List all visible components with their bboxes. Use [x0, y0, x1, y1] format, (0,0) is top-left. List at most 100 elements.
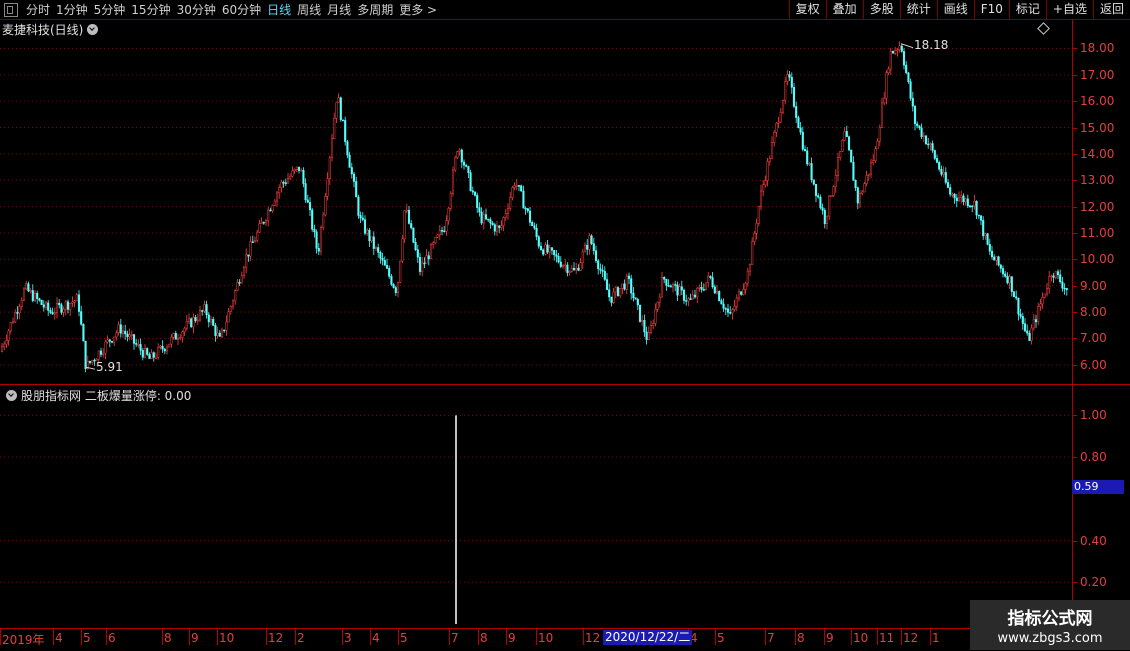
- candle-body: [535, 228, 538, 237]
- candle-body: [1012, 291, 1016, 298]
- candle-body: [652, 323, 655, 326]
- candle-body: [119, 324, 122, 334]
- candle-body: [979, 215, 983, 221]
- candle-body: [311, 209, 314, 230]
- candle-body: [874, 148, 877, 161]
- date-label: 10: [853, 631, 869, 645]
- candle-body: [330, 138, 334, 158]
- indicator-tick-mark: [1072, 540, 1077, 542]
- watermark-title: 指标公式网: [1007, 609, 1093, 629]
- candle-body: [764, 180, 767, 186]
- candle-body: [280, 181, 283, 188]
- candle-body: [190, 318, 193, 328]
- candle-body: [557, 256, 560, 263]
- price-tick-label: 13.00: [1080, 173, 1115, 188]
- candle-body: [14, 312, 17, 323]
- candle-body: [220, 329, 224, 337]
- date-label: 4: [55, 631, 63, 645]
- candle-body: [449, 192, 452, 209]
- price-tick-label: 15.00: [1080, 120, 1115, 135]
- candle-body: [183, 327, 186, 333]
- price-tick-mark: [1072, 180, 1077, 182]
- kline-chart[interactable]: [0, 0, 1130, 628]
- candle-body: [51, 312, 54, 315]
- candle-body: [575, 268, 578, 271]
- date-label: 12: [903, 631, 919, 645]
- candle-body: [539, 245, 543, 251]
- candle-body: [124, 330, 127, 335]
- price-tick-label: 6.00: [1080, 357, 1107, 372]
- candle-body: [583, 244, 587, 253]
- date-tick: [342, 629, 343, 645]
- candle-body: [418, 256, 422, 272]
- candle-body: [594, 250, 598, 261]
- candle-body: [381, 258, 384, 261]
- candle-body: [929, 143, 932, 145]
- indicator-title: 股朋指标网 二板爆量涨停: 0.00: [21, 389, 192, 403]
- candle-body: [106, 339, 109, 343]
- candle-body: [933, 150, 936, 159]
- date-tick: [449, 629, 450, 645]
- candle-body: [559, 261, 562, 267]
- candle-body: [744, 282, 747, 290]
- candle-body: [1017, 297, 1020, 315]
- candle-body: [779, 111, 782, 123]
- candle-body: [137, 344, 140, 346]
- candle-body: [616, 287, 620, 297]
- candle-body: [1001, 268, 1005, 275]
- candle-body: [1059, 274, 1062, 283]
- candle-body: [64, 301, 67, 310]
- candle-body: [894, 50, 897, 54]
- date-tick: [795, 629, 796, 645]
- candle-body: [99, 350, 103, 355]
- candle-body: [814, 183, 818, 196]
- candle-body: [768, 158, 771, 162]
- candle-body: [0, 346, 4, 352]
- candle-body: [957, 197, 961, 202]
- date-label: 5: [400, 631, 408, 645]
- date-tick: [106, 629, 107, 645]
- candle-body: [44, 302, 48, 308]
- date-label: 9: [826, 631, 834, 645]
- candle-body: [348, 154, 351, 168]
- candle-body: [297, 166, 301, 171]
- price-tick-label: 18.00: [1080, 41, 1115, 56]
- candle-body: [608, 289, 611, 298]
- candle-body: [509, 197, 512, 209]
- candle-body: [856, 187, 859, 204]
- candle-body: [830, 195, 833, 197]
- candle-body: [267, 209, 270, 221]
- candle-body: [953, 193, 956, 199]
- candle-body: [924, 135, 928, 145]
- chevron-down-icon[interactable]: [6, 390, 17, 401]
- candle-body: [121, 330, 125, 334]
- candle-body: [964, 198, 967, 203]
- candle-body: [504, 213, 507, 218]
- candle-body: [687, 298, 690, 302]
- candle-body: [808, 163, 811, 165]
- candle-body: [577, 268, 580, 271]
- candle-body: [680, 286, 683, 291]
- candle-body: [5, 340, 8, 345]
- candle-body: [1041, 297, 1044, 305]
- candle-body: [324, 196, 327, 216]
- candle-body: [238, 282, 241, 284]
- candle-body: [863, 183, 866, 193]
- candle-body: [143, 348, 147, 358]
- candle-body: [392, 284, 395, 288]
- candle-body: [997, 256, 1000, 266]
- candle-body: [711, 277, 714, 288]
- candle-body: [458, 149, 461, 152]
- candle-body: [889, 50, 892, 70]
- candle-body: [374, 247, 378, 249]
- candle-body: [304, 183, 307, 201]
- candle-body: [487, 218, 490, 221]
- candle-body: [935, 158, 939, 163]
- candle-body: [462, 161, 466, 166]
- date-label: 4: [372, 631, 380, 645]
- candle-body: [416, 249, 419, 258]
- candle-body: [949, 187, 952, 195]
- candle-body: [986, 233, 989, 245]
- date-tick: [536, 629, 537, 645]
- candle-body: [729, 312, 732, 314]
